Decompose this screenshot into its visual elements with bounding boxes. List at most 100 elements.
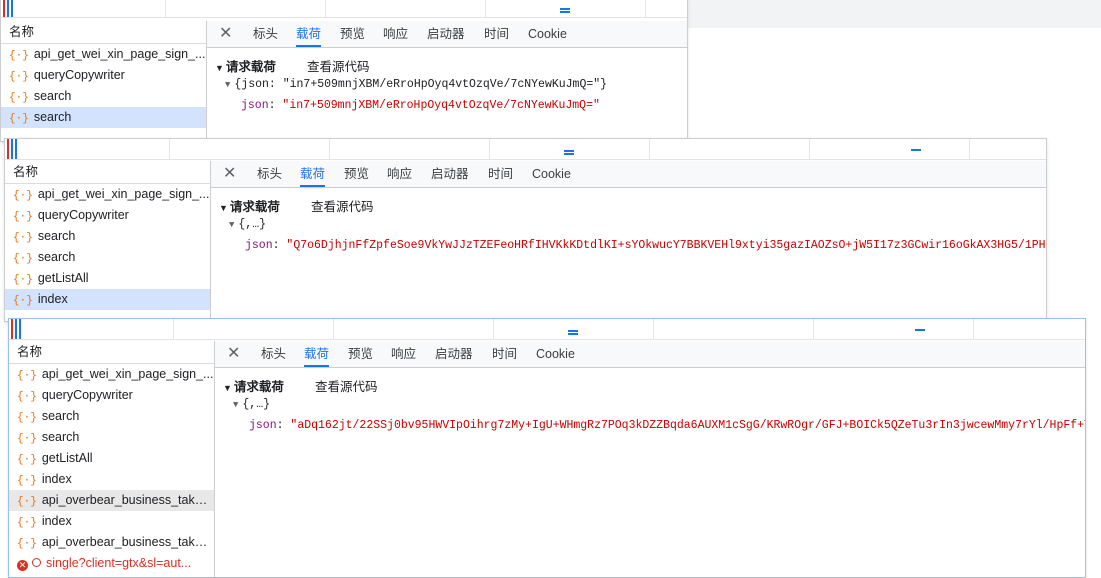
request-list: 名称 {·} api_get_wei_xin_page_sign_... {·} qu… <box>5 161 211 321</box>
tab-cookies[interactable]: Cookie <box>528 21 567 47</box>
payload-object[interactable]: ▼ {,…} <box>229 218 266 231</box>
list-header[interactable]: 名称 <box>1 21 206 44</box>
xhr-icon: {·} <box>17 412 37 424</box>
property-value[interactable]: "aDq162jt/22SSj0bv95HWVIpOihrg7zMy+IgU+W… <box>290 419 1085 432</box>
request-detail: ✕ 标头 载荷 预览 响应 启动器 时间 Cookie ▼ 请求载荷 查看源代码 … <box>211 161 1046 321</box>
list-item[interactable]: {·} api_get_wei_xin_page_sign_... <box>5 184 210 205</box>
timeline-dash-icon <box>915 329 925 331</box>
property-value[interactable]: "Q7o6DjhjnFfZpfeSoe9VkYwJJzTZEFeoHRfIHVK… <box>286 239 1046 252</box>
payload-object[interactable]: ▼ {,…} <box>233 398 270 411</box>
tab-timing[interactable]: 时间 <box>484 21 509 47</box>
list-item[interactable]: {·} search <box>5 247 210 268</box>
tab-timing[interactable]: 时间 <box>488 161 513 187</box>
list-item[interactable]: {·} index <box>9 469 214 490</box>
tab-initiator[interactable]: 启动器 <box>431 161 469 187</box>
request-name: queryCopywriter <box>33 68 125 82</box>
tab-payload[interactable]: 载荷 <box>296 21 322 47</box>
section-title: 请求载荷 <box>225 60 276 74</box>
section-toggle[interactable]: ▼ 请求载荷 <box>219 196 280 215</box>
devtools-network-panel-2: 名称 {·} api_get_wei_xin_page_sign_... {·} qu… <box>4 138 1047 322</box>
request-name: queryCopywriter <box>37 208 129 222</box>
payload-object[interactable]: ▼ {json: "in7+509mnjXBM/eRroHpOyq4vtOzqVe… <box>225 78 607 91</box>
payload-property: json: "in7+509mnjXBM/eRroHpOyq4vtOzqVe/7… <box>241 99 600 112</box>
timeline-overview[interactable] <box>5 139 1046 160</box>
list-item[interactable]: {·} search <box>9 406 214 427</box>
tab-payload[interactable]: 载荷 <box>304 341 330 367</box>
list-item[interactable]: {·} index <box>5 289 210 310</box>
section-title: 请求载荷 <box>233 380 284 394</box>
xhr-icon: {·} <box>13 190 33 202</box>
request-name: index <box>41 514 72 528</box>
section-toggle[interactable]: ▼ 请求载荷 <box>223 376 284 395</box>
request-name: search <box>33 89 72 103</box>
view-source-link[interactable]: 查看源代码 <box>307 56 370 75</box>
tab-cookies[interactable]: Cookie <box>536 341 575 367</box>
payload-view: ▼ 请求载荷 查看源代码 ▼ {,…} json: "aDq162jt/22SSj0… <box>215 368 1085 577</box>
section-title: 请求载荷 <box>229 200 280 214</box>
object-summary: {json: "in7+509mnjXBM/eRroHpOyq4vtOzqVe/… <box>234 78 608 91</box>
tab-headers[interactable]: 标头 <box>253 21 278 47</box>
list-item[interactable]: {·} getListAll <box>5 268 210 289</box>
tab-cookies[interactable]: Cookie <box>532 161 571 187</box>
list-item[interactable]: {·} search <box>5 226 210 247</box>
blocked-icon <box>32 558 41 567</box>
tab-headers[interactable]: 标头 <box>261 341 286 367</box>
section-toggle[interactable]: ▼ 请求载荷 <box>215 56 276 75</box>
xhr-icon: {·} <box>13 274 33 286</box>
tab-payload[interactable]: 载荷 <box>300 161 326 187</box>
request-name: search <box>41 430 80 444</box>
property-key: json <box>241 99 269 112</box>
xhr-icon: {·} <box>9 50 29 62</box>
expand-triangle-icon: ▼ <box>225 80 231 90</box>
background-window-content <box>686 28 1101 138</box>
property-value[interactable]: "in7+509mnjXBM/eRroHpOyq4vtOzqVe/7cNYewK… <box>282 99 599 112</box>
close-icon[interactable]: ✕ <box>223 161 236 187</box>
list-item[interactable]: {·} search <box>1 86 206 107</box>
list-item[interactable]: {·} queryCopywriter <box>1 65 206 86</box>
tab-preview[interactable]: 预览 <box>348 341 373 367</box>
list-item[interactable]: {·} index <box>9 511 214 532</box>
xhr-icon: {·} <box>13 232 33 244</box>
tab-response[interactable]: 响应 <box>383 21 408 47</box>
close-icon[interactable]: ✕ <box>219 21 232 47</box>
list-item[interactable]: {·} search <box>1 107 206 128</box>
request-name: single?client=gtx&sl=aut... <box>46 556 192 570</box>
tab-preview[interactable]: 预览 <box>340 21 365 47</box>
tab-initiator[interactable]: 启动器 <box>427 21 465 47</box>
tab-initiator[interactable]: 启动器 <box>435 341 473 367</box>
property-key: json <box>245 239 273 252</box>
request-name: api_get_wei_xin_page_sign_... <box>41 367 214 381</box>
list-item[interactable]: {·} search <box>9 427 214 448</box>
detail-tabs: ✕ 标头 载荷 预览 响应 启动器 时间 Cookie <box>207 21 687 48</box>
list-item[interactable]: {·} api_overbear_business_take_... <box>9 490 214 511</box>
collapse-triangle-icon: ▼ <box>219 203 228 213</box>
tab-response[interactable]: 响应 <box>391 341 416 367</box>
tab-preview[interactable]: 预览 <box>344 161 369 187</box>
list-item[interactable]: {·} api_get_wei_xin_page_sign_... <box>1 44 206 65</box>
tab-response[interactable]: 响应 <box>387 161 412 187</box>
list-header[interactable]: 名称 <box>5 161 210 184</box>
list-item[interactable]: {·} queryCopywriter <box>9 385 214 406</box>
list-header[interactable]: 名称 <box>9 341 214 364</box>
tab-headers[interactable]: 标头 <box>257 161 282 187</box>
view-source-link[interactable]: 查看源代码 <box>315 376 378 395</box>
list-item[interactable]: {·} getListAll <box>9 448 214 469</box>
xhr-icon: {·} <box>13 295 33 307</box>
timeline-overview[interactable] <box>1 0 687 18</box>
view-source-link[interactable]: 查看源代码 <box>311 196 374 215</box>
timeline-overview[interactable] <box>9 319 1085 340</box>
list-item[interactable]: {·} api_overbear_business_take_... <box>9 532 214 553</box>
devtools-network-panel-3: 名称 {·} api_get_wei_xin_page_sign_... {·} qu… <box>8 318 1086 578</box>
list-item-error[interactable]: ✕ single?client=gtx&sl=aut... <box>9 553 214 574</box>
detail-tabs: ✕ 标头 载荷 预览 响应 启动器 时间 Cookie <box>215 341 1085 368</box>
tab-timing[interactable]: 时间 <box>492 341 517 367</box>
list-item[interactable]: {·} api_get_wei_xin_page_sign_... <box>9 364 214 385</box>
list-item[interactable]: {·} queryCopywriter <box>5 205 210 226</box>
xhr-icon: {·} <box>17 538 37 550</box>
close-icon[interactable]: ✕ <box>227 341 240 367</box>
detail-tabs: ✕ 标头 载荷 预览 响应 启动器 时间 Cookie <box>211 161 1046 188</box>
object-summary: {,…} <box>242 398 271 411</box>
request-name: index <box>41 472 72 486</box>
xhr-icon: {·} <box>17 475 37 487</box>
request-name: api_overbear_business_take_... <box>41 493 214 507</box>
